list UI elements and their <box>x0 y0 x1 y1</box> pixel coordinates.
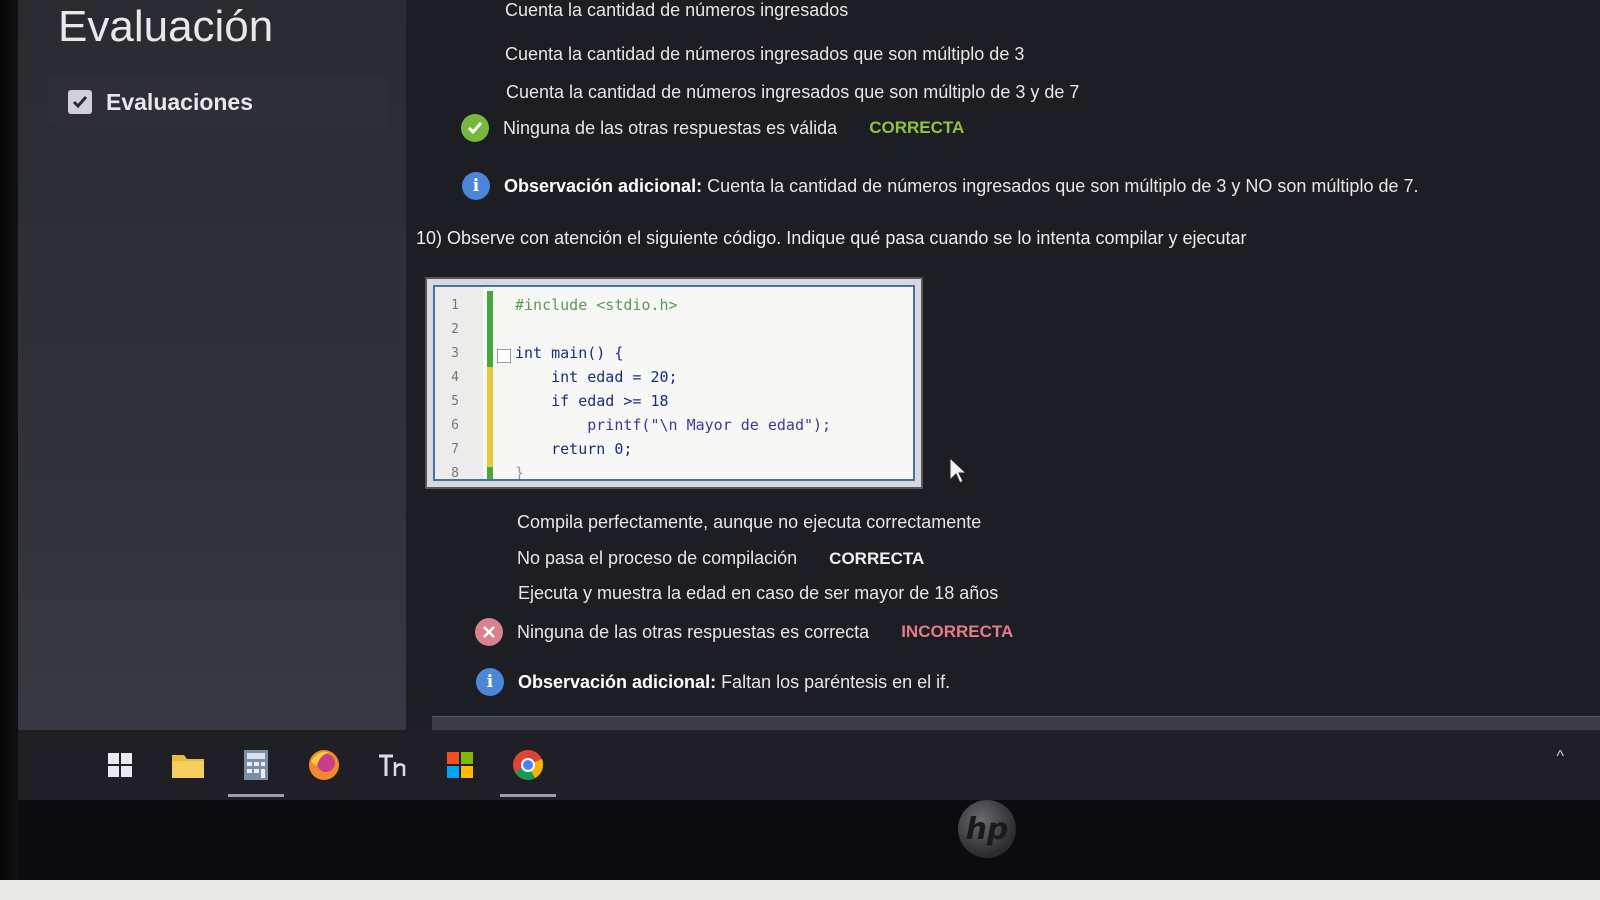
q9-observation: i Observación adicional: Cuenta la canti… <box>462 172 1419 200</box>
observation-body: Faltan los paréntesis en el if. <box>716 671 951 692</box>
code-editor: 1 #include <stdio.h> 2 3 int main() { 4 … <box>433 285 915 481</box>
x-icon <box>475 618 503 646</box>
option-text: No pasa el proceso de compilación <box>517 548 798 568</box>
q9-option-4[interactable]: Ninguna de las otras respuestas es válid… <box>461 114 964 142</box>
code-line: 8 } <box>435 461 913 481</box>
code-text: int main() { <box>515 344 624 362</box>
calculator-icon[interactable] <box>228 743 284 797</box>
line-number: 3 <box>451 345 459 361</box>
line-number: 6 <box>451 417 459 433</box>
hp-logo: hp <box>958 800 1016 858</box>
text-editor-icon[interactable] <box>370 743 414 787</box>
taskbar: ^ <box>18 730 1600 800</box>
q10-question: 10) Observe con atención el siguiente có… <box>416 228 1247 248</box>
q9-option-3[interactable]: Cuenta la cantidad de números ingresados… <box>506 82 1079 103</box>
option-text: Cuenta la cantidad de números ingresados… <box>505 44 1025 64</box>
code-line: 2 <box>435 317 913 341</box>
horizontal-scrollbar[interactable] <box>432 716 1600 730</box>
observation-label: Observación adicional: <box>504 175 703 196</box>
status-badge-incorrect: INCORRECTA <box>901 622 1014 641</box>
monitor-bezel <box>0 0 18 900</box>
q10-observation: i Observación adicional: Faltan los paré… <box>476 668 950 696</box>
code-line: 3 int main() { <box>435 341 913 365</box>
check-icon <box>461 114 489 142</box>
code-line: 1 #include <stdio.h> <box>435 293 913 317</box>
info-icon: i <box>476 668 504 696</box>
code-text: return 0; <box>515 440 633 458</box>
line-number: 7 <box>451 441 459 457</box>
code-text: printf("\n Mayor de edad"); <box>515 416 832 434</box>
observation-body: Cuenta la cantidad de números ingresados… <box>702 175 1419 196</box>
option-text: Cuenta la cantidad de números ingresados… <box>506 82 1080 102</box>
firefox-icon[interactable] <box>302 743 346 787</box>
status-badge-correct: CORRECTA <box>829 548 925 568</box>
code-line: 4 int edad = 20; <box>435 365 913 389</box>
q10-option-3[interactable]: Ejecuta y muestra la edad en caso de ser… <box>518 583 998 604</box>
observation-text: Observación adicional: Cuenta la cantida… <box>504 176 1419 197</box>
code-line: 7 return 0; <box>435 437 913 461</box>
code-text: #include <stdio.h> <box>515 296 678 314</box>
option-text: Ninguna de las otras respuestas es corre… <box>517 621 870 642</box>
code-line: 6 printf("\n Mayor de edad"); <box>435 413 913 437</box>
sidebar-item-evaluaciones[interactable]: Evaluaciones <box>48 78 388 126</box>
windows-start-icon[interactable] <box>98 743 142 787</box>
info-icon: i <box>462 172 490 200</box>
chevron-up-icon[interactable]: ^ <box>1556 748 1564 766</box>
observation-label: Observación adicional: <box>518 671 717 692</box>
option-text: Ninguna de las otras respuestas es válid… <box>503 117 838 138</box>
q10-option-4[interactable]: Ninguna de las otras respuestas es corre… <box>475 618 1013 646</box>
status-badge-correct: CORRECTA <box>869 118 965 137</box>
mouse-cursor-icon <box>949 456 968 484</box>
q10-option-1[interactable]: Compila perfectamente, aunque no ejecuta… <box>517 512 981 533</box>
q9-option-2[interactable]: Cuenta la cantidad de números ingresados… <box>505 44 1024 65</box>
sidebar: Evaluación Evaluaciones <box>18 0 406 760</box>
chrome-icon[interactable] <box>500 743 556 797</box>
line-number: 4 <box>451 369 459 385</box>
sidebar-item-label: Evaluaciones <box>106 88 254 115</box>
option-text: Cuenta la cantidad de números ingresados <box>505 0 849 20</box>
line-number: 1 <box>451 297 459 313</box>
q10-option-2[interactable]: No pasa el proceso de compilación CORREC… <box>517 548 924 569</box>
page-title: Evaluación <box>58 2 274 51</box>
code-text: } <box>515 464 525 481</box>
option-text: Ejecuta y muestra la edad en caso de ser… <box>518 583 999 603</box>
code-text: int edad = 20; <box>515 368 678 386</box>
observation-text: Observación adicional: Faltan los parént… <box>518 672 950 693</box>
monitor-screen: Evaluación Evaluaciones Cuenta la cantid… <box>0 0 1600 800</box>
line-number: 2 <box>451 321 459 337</box>
q9-option-1[interactable]: Cuenta la cantidad de números ingresados <box>505 0 848 21</box>
code-line: 5 if edad >= 18 <box>435 389 913 413</box>
desk-surface <box>0 880 1600 900</box>
code-image: 1 #include <stdio.h> 2 3 int main() { 4 … <box>425 277 923 489</box>
line-number: 5 <box>451 393 459 409</box>
code-text: if edad >= 18 <box>515 392 669 410</box>
option-text: Compila perfectamente, aunque no ejecuta… <box>517 512 982 532</box>
store-icon[interactable] <box>438 743 482 787</box>
file-explorer-icon[interactable] <box>166 743 210 787</box>
checkbox-icon <box>68 90 92 114</box>
line-number: 8 <box>451 465 459 481</box>
